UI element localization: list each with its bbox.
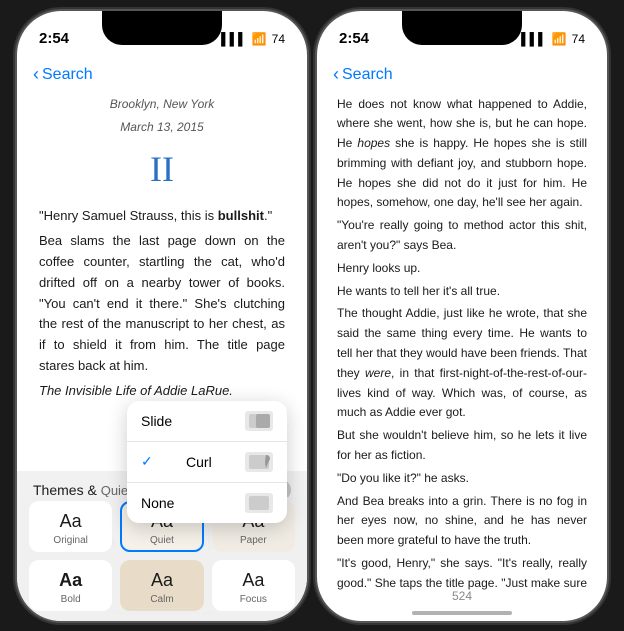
theme-paper-label: Paper [240, 535, 267, 546]
battery-right: 74 [572, 32, 585, 46]
panel-overlay: Slide ✓ Curl None [17, 401, 307, 621]
theme-original[interactable]: Aa Original [29, 501, 112, 552]
transition-none[interactable]: None [127, 483, 287, 523]
back-label-left: Search [42, 66, 93, 84]
notch [102, 11, 222, 45]
back-button-right[interactable]: ‹ Search [333, 64, 393, 85]
signal-icon-right: ▌▌▌ [521, 32, 547, 46]
battery-left: 74 [272, 32, 285, 46]
left-phone: 2:54 ▌▌▌ 📶 74 ‹ Search Brooklyn, New Yor… [17, 11, 307, 621]
book-location: Brooklyn, New York [39, 95, 285, 114]
wifi-icon-left: 📶 [252, 32, 267, 46]
notch-right [402, 11, 522, 45]
right-para-3: Henry looks up. [337, 259, 587, 279]
status-icons-left: ▌▌▌ 📶 74 [221, 32, 285, 46]
right-phone: 2:54 ▌▌▌ 📶 74 ‹ Search He does not know … [317, 11, 607, 621]
home-indicator-right [412, 611, 512, 615]
book-para-3: The Invisible Life of Addie LaRue. [39, 381, 285, 401]
page-number: 524 [317, 589, 607, 603]
book-para-1: "Henry Samuel Strauss, this is bullshit.… [39, 206, 285, 227]
nav-bar-left: ‹ Search [17, 55, 307, 95]
back-label-right: Search [342, 66, 393, 84]
theme-focus[interactable]: Aa Focus [212, 560, 295, 611]
theme-calm-text: Aa [151, 570, 173, 591]
slide-icon [245, 411, 273, 431]
curl-label: Curl [186, 454, 212, 470]
theme-bold[interactable]: Aa Bold [29, 560, 112, 611]
none-icon [245, 493, 273, 513]
transition-curl[interactable]: ✓ Curl [127, 442, 287, 483]
theme-quiet-label: Quiet [150, 535, 174, 546]
theme-calm[interactable]: Aa Calm [120, 560, 203, 611]
signal-icon-left: ▌▌▌ [221, 32, 247, 46]
right-para-7: "Do you like it?" he asks. [337, 469, 587, 489]
back-chevron-left: ‹ [33, 64, 39, 85]
status-icons-right: ▌▌▌ 📶 74 [521, 32, 585, 46]
theme-original-text: Aa [60, 511, 82, 532]
status-time-left: 2:54 [39, 30, 69, 47]
nav-bar-right: ‹ Search [317, 55, 607, 95]
book-chapter: II [39, 141, 285, 199]
right-para-2: "You're really going to method actor thi… [337, 216, 587, 256]
right-para-8: And Bea breaks into a grin. There is no … [337, 492, 587, 551]
right-para-5: The thought Addie, just like he wrote, t… [337, 304, 587, 423]
book-content-right: He does not know what happened to Addie,… [317, 95, 607, 591]
status-time-right: 2:54 [339, 30, 369, 47]
slide-label: Slide [141, 413, 172, 429]
curl-checkmark: ✓ [141, 453, 153, 470]
theme-bold-label: Bold [61, 594, 81, 605]
theme-focus-text: Aa [242, 570, 264, 591]
right-para-4: He wants to tell her it's all true. [337, 282, 587, 302]
transition-slide[interactable]: Slide [127, 401, 287, 442]
theme-bold-text: Aa [59, 570, 82, 591]
theme-original-label: Original [53, 535, 87, 546]
book-date: March 13, 2015 [39, 118, 285, 137]
none-label: None [141, 495, 174, 511]
book-para-2: Bea slams the last page down on the coff… [39, 231, 285, 377]
back-chevron-right: ‹ [333, 64, 339, 85]
wifi-icon-right: 📶 [552, 32, 567, 46]
right-para-6: But she wouldn't believe him, so he lets… [337, 426, 587, 466]
book-content-left: Brooklyn, New York March 13, 2015 II "He… [17, 95, 307, 401]
right-para-1: He does not know what happened to Addie,… [337, 95, 587, 214]
transition-menu: Slide ✓ Curl None [127, 401, 287, 523]
theme-focus-label: Focus [240, 594, 267, 605]
right-para-9: "It's good, Henry," she says. "It's real… [337, 554, 587, 590]
theme-calm-label: Calm [150, 594, 173, 605]
curl-icon [245, 452, 273, 472]
back-button-left[interactable]: ‹ Search [33, 64, 93, 85]
